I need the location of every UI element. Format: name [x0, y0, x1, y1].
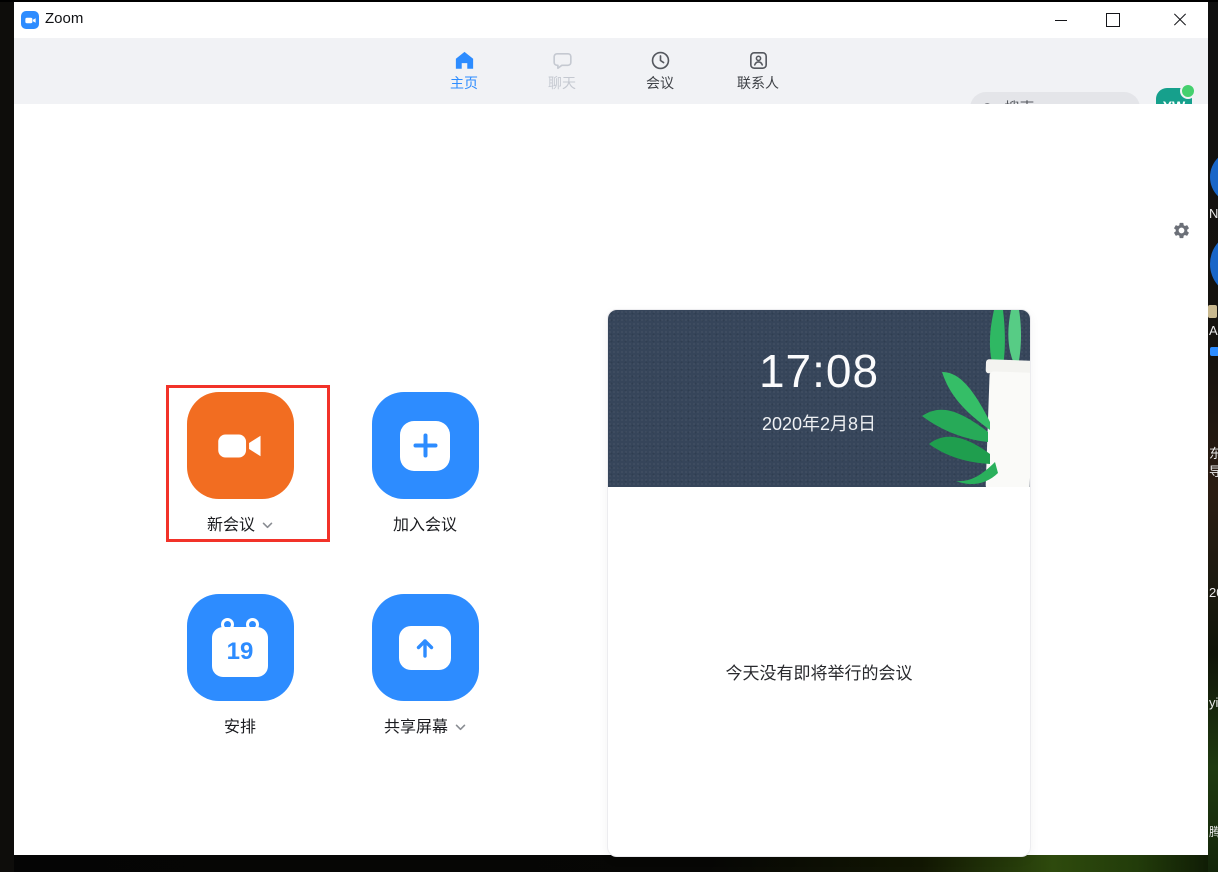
- close-icon: [1173, 13, 1187, 27]
- window-title: Zoom: [45, 10, 84, 27]
- new-meeting-button[interactable]: 新会议: [158, 392, 322, 535]
- desktop-edge-left: [0, 0, 14, 872]
- desktop-icon-fragment: [1210, 150, 1218, 204]
- desktop-fragment-text: 导: [1209, 464, 1218, 479]
- desktop-fragment-text: 腾: [1209, 825, 1218, 839]
- meetings-card: 17:08 2020年2月8日 今天没有即将举行的会议: [607, 309, 1031, 857]
- desktop-fragment-text: 20: [1209, 585, 1218, 600]
- no-meetings-message: 今天没有即将举行的会议: [725, 664, 913, 683]
- title-bar: Zoom: [14, 2, 1208, 38]
- tab-label: 联系人: [737, 75, 779, 91]
- settings-button[interactable]: [1167, 216, 1195, 244]
- desktop-icon-fragment: [1210, 347, 1218, 356]
- meetings-card-header: 17:08 2020年2月8日: [608, 310, 1030, 487]
- plant-illustration: [922, 310, 1030, 487]
- share-screen-tile: [371, 594, 479, 701]
- nav-bar: 主页 聊天 会议 联系人 搜索: [14, 38, 1208, 124]
- desktop-fragment-text: N: [1209, 206, 1218, 221]
- main-content: 新会议 加入会议 19 安排 共享屏幕 17:08 2020年2月8日 今天没有…: [14, 104, 1208, 857]
- minimize-icon: [1055, 19, 1067, 21]
- online-status-dot: [1180, 83, 1196, 99]
- meetings-card-body: 今天没有即将举行的会议: [608, 487, 1030, 856]
- maximize-icon: [1106, 13, 1120, 27]
- new-meeting-tile: [186, 392, 294, 499]
- join-meeting-tile: [371, 392, 479, 499]
- current-time: 17:08: [758, 345, 880, 397]
- desktop-icon-fragment: [1208, 305, 1217, 318]
- tab-label: 聊天: [548, 75, 576, 91]
- meetings-clock-icon: [651, 51, 669, 70]
- desktop-fragment-text: A: [1209, 323, 1218, 338]
- desktop-edge-right: N A 东 导 20 yi 腾: [1208, 0, 1218, 872]
- video-camera-icon: [218, 434, 261, 457]
- close-button[interactable]: [1159, 2, 1201, 38]
- contacts-icon: [749, 52, 767, 69]
- share-screen-button[interactable]: 共享屏幕: [343, 594, 507, 737]
- current-date: 2020年2月8日: [761, 413, 877, 434]
- minimize-button[interactable]: [1040, 2, 1082, 38]
- tab-home[interactable]: 主页: [432, 49, 496, 104]
- share-screen-label: 共享屏幕: [383, 719, 448, 736]
- plus-icon: [400, 420, 450, 471]
- gear-icon: [1173, 222, 1189, 238]
- share-screen-arrow-icon: [399, 625, 451, 670]
- calendar-ring: [246, 617, 259, 631]
- tab-meetings[interactable]: 会议: [628, 49, 692, 104]
- chevron-down-icon[interactable]: [455, 724, 466, 731]
- desktop-fragment-text: yi: [1209, 695, 1218, 710]
- join-meeting-label: 加入会议: [392, 517, 457, 534]
- schedule-label: 安排: [223, 719, 256, 736]
- desktop-icon-fragment: [1210, 234, 1218, 294]
- new-meeting-label: 新会议: [206, 517, 255, 534]
- calendar-day: 19: [226, 637, 254, 665]
- desktop-fragment-text: 东: [1209, 446, 1218, 461]
- calendar-icon: 19: [212, 617, 268, 677]
- join-meeting-button[interactable]: 加入会议: [343, 392, 507, 535]
- calendar-ring: [221, 617, 234, 631]
- zoom-logo-icon: [21, 11, 39, 29]
- tab-label: 主页: [450, 75, 478, 91]
- schedule-button[interactable]: 19 安排: [158, 594, 322, 737]
- tab-label: 会议: [646, 75, 674, 91]
- schedule-tile: 19: [186, 594, 294, 701]
- zoom-window: Zoom 主页 聊天 会议 联系人 搜索 新会议 加入会议 19 安排 共享屏幕…: [14, 2, 1208, 857]
- desktop-edge-bottom: [14, 855, 1208, 872]
- chevron-down-icon[interactable]: [262, 522, 273, 529]
- tab-contacts[interactable]: 联系人: [726, 49, 790, 104]
- chat-icon: [552, 52, 572, 70]
- maximize-button[interactable]: [1092, 2, 1134, 38]
- home-icon: [455, 51, 473, 69]
- tab-chat[interactable]: 聊天: [530, 49, 594, 104]
